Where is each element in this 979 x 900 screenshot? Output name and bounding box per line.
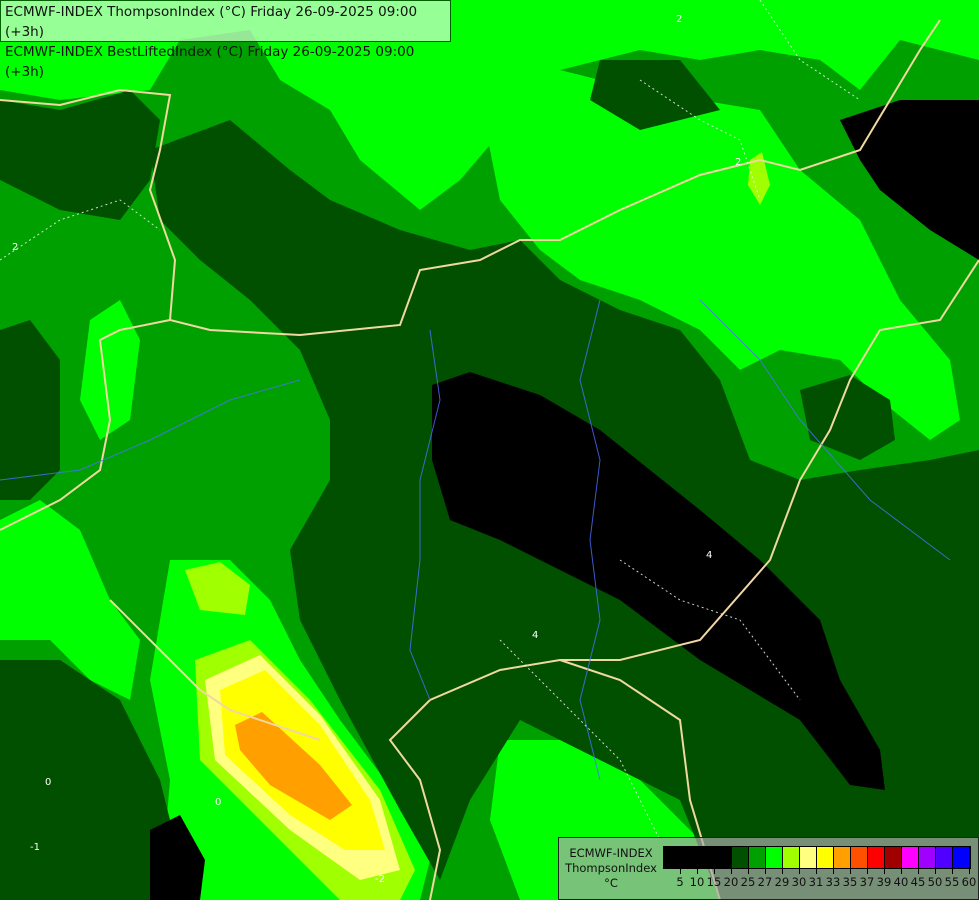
legend-swatch bbox=[766, 847, 783, 868]
legend-tick-label: 33 bbox=[825, 875, 841, 889]
legend-swatch bbox=[851, 847, 868, 868]
legend-tick-label: 15 bbox=[706, 875, 722, 889]
legend-tick bbox=[901, 868, 902, 874]
legend-tick-label: 27 bbox=[757, 875, 773, 889]
legend-tick bbox=[697, 868, 698, 874]
legend-swatch bbox=[834, 847, 851, 868]
legend-variable: ThompsonIndex bbox=[565, 861, 657, 875]
legend-tick bbox=[680, 868, 681, 874]
legend-tick bbox=[935, 868, 936, 874]
legend-swatch bbox=[749, 847, 766, 868]
title-best-lifted-index: ECMWF-INDEX BestLiftedIndex (°C) Friday … bbox=[5, 44, 415, 80]
legend-tick bbox=[816, 868, 817, 874]
legend-swatch bbox=[953, 847, 970, 868]
legend-swatch bbox=[783, 847, 800, 868]
legend-tick-label: 55 bbox=[944, 875, 960, 889]
legend-tick-label: 29 bbox=[774, 875, 790, 889]
legend-tick-label: 25 bbox=[740, 875, 756, 889]
legend-tick bbox=[782, 868, 783, 874]
svg-text:0: 0 bbox=[215, 797, 221, 808]
legend-tick-label: 20 bbox=[723, 875, 739, 889]
legend-tick bbox=[833, 868, 834, 874]
legend-model: ECMWF-INDEX bbox=[569, 846, 653, 860]
legend-tick bbox=[884, 868, 885, 874]
legend-color-bar bbox=[663, 846, 971, 869]
legend-swatch bbox=[919, 847, 936, 868]
legend-tick-label: 10 bbox=[689, 875, 705, 889]
map-title-box: ECMWF-INDEX ThompsonIndex (°C) Friday 26… bbox=[0, 0, 451, 80]
legend-tick bbox=[731, 868, 732, 874]
svg-text:2: 2 bbox=[12, 242, 18, 253]
svg-text:4: 4 bbox=[532, 630, 538, 641]
legend-tick-label: 35 bbox=[842, 875, 858, 889]
legend-title: ECMWF-INDEX ThompsonIndex °C bbox=[561, 846, 661, 891]
legend-tick-label: 37 bbox=[859, 875, 875, 889]
legend-tick bbox=[969, 868, 970, 874]
legend-swatch bbox=[936, 847, 953, 868]
legend-tick bbox=[748, 868, 749, 874]
legend-tick bbox=[850, 868, 851, 874]
svg-text:-1: -1 bbox=[30, 842, 40, 853]
legend-swatch bbox=[817, 847, 834, 868]
legend-swatch bbox=[681, 847, 698, 868]
legend-tick-label: 40 bbox=[893, 875, 909, 889]
legend-tick-label: 30 bbox=[791, 875, 807, 889]
legend-tick-label: 31 bbox=[808, 875, 824, 889]
legend-tick bbox=[952, 868, 953, 874]
svg-text:-2: -2 bbox=[375, 874, 385, 885]
color-legend: ECMWF-INDEX ThompsonIndex °C 5 10 15 20 25 27… bbox=[558, 837, 979, 900]
legend-swatch bbox=[902, 847, 919, 868]
title-thompson-index: ECMWF-INDEX ThompsonIndex (°C) Friday 26… bbox=[5, 4, 418, 40]
weather-map: 2 2 2 4 4 0 0 -1 -2 bbox=[0, 0, 979, 900]
legend-unit: °C bbox=[604, 876, 618, 890]
legend-swatch bbox=[885, 847, 902, 868]
svg-text:2: 2 bbox=[735, 157, 741, 168]
legend-swatch bbox=[732, 847, 749, 868]
legend-tick bbox=[918, 868, 919, 874]
legend-tick bbox=[867, 868, 868, 874]
svg-text:4: 4 bbox=[706, 550, 712, 561]
legend-swatch bbox=[715, 847, 732, 868]
legend-swatch bbox=[664, 847, 681, 868]
legend-tick-label: 50 bbox=[927, 875, 943, 889]
legend-tick-label: 39 bbox=[876, 875, 892, 889]
legend-tick-label: 60 bbox=[961, 875, 977, 889]
legend-tick-label: 45 bbox=[910, 875, 926, 889]
legend-swatch bbox=[800, 847, 817, 868]
legend-tick bbox=[714, 868, 715, 874]
svg-text:2: 2 bbox=[676, 14, 682, 25]
svg-text:0: 0 bbox=[45, 777, 51, 788]
legend-tick bbox=[799, 868, 800, 874]
legend-swatch bbox=[868, 847, 885, 868]
legend-swatch bbox=[698, 847, 715, 868]
legend-tick bbox=[765, 868, 766, 874]
legend-tick-label: 5 bbox=[676, 875, 684, 889]
